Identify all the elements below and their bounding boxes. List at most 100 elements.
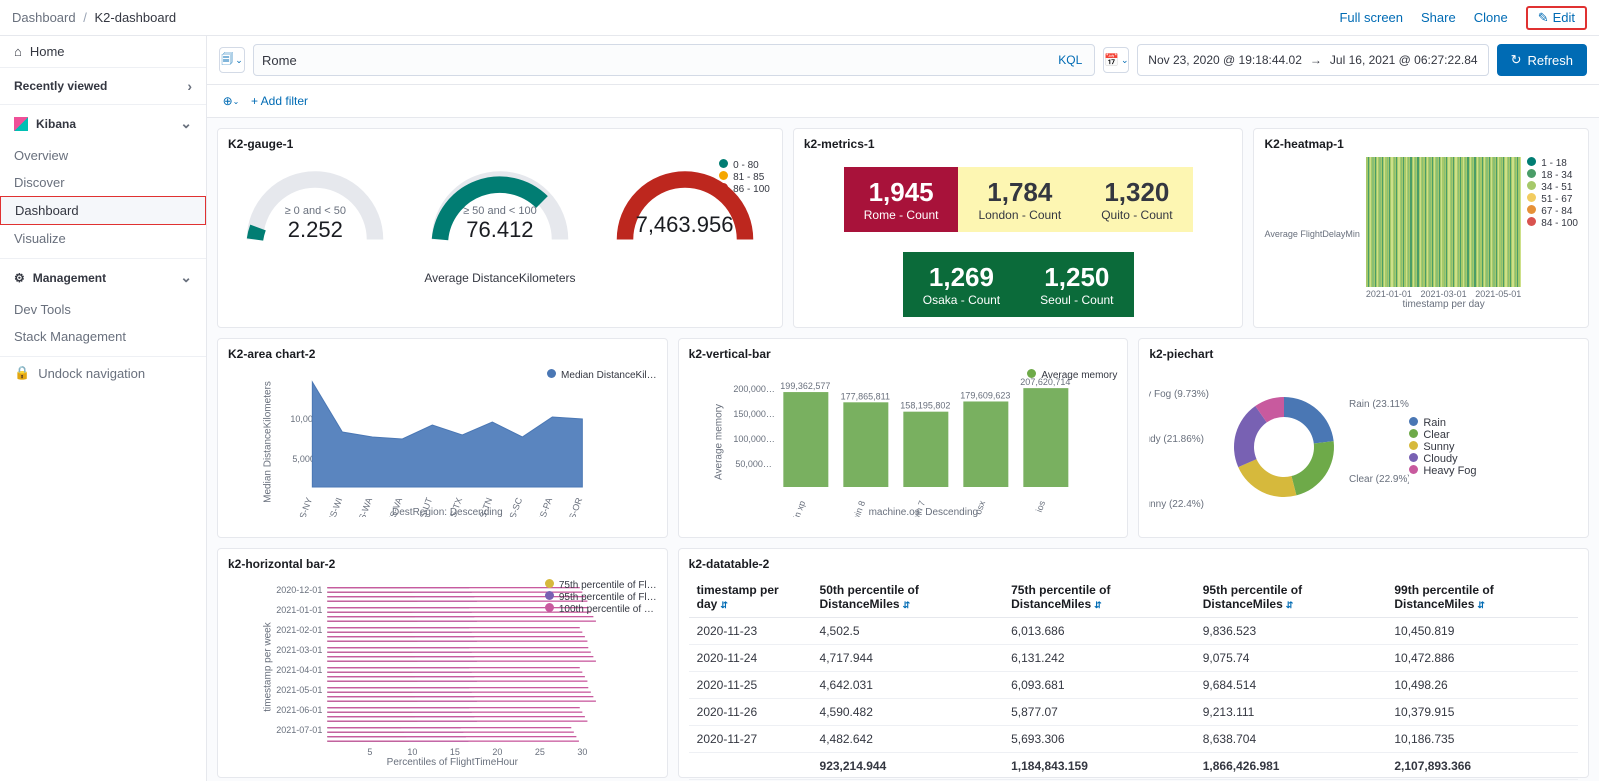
heatmap-xlabel: timestamp per day (1402, 299, 1484, 310)
refresh-button[interactable]: ↻ Refresh (1497, 44, 1587, 76)
sidebar-item-discover[interactable]: Discover (0, 169, 206, 196)
svg-text:5: 5 (367, 747, 372, 757)
svg-text:2021-06-01: 2021-06-01 (276, 705, 322, 715)
column-header[interactable]: timestamp per day⇵ (689, 577, 812, 618)
pie-svg: Rain (23.11%) Clear (22.9%) Sunny (22.4%… (1149, 367, 1409, 527)
sidebar-kibana[interactable]: Kibana ⌄ (0, 105, 206, 142)
sidebar-item-stackmgmt[interactable]: Stack Management (0, 323, 206, 350)
legend-item: 1 - 18 (1527, 157, 1578, 169)
edit-button[interactable]: ✎ Edit (1526, 6, 1587, 30)
panel-vertical-bar: k2-vertical-bar Average memory Average m… (678, 338, 1129, 538)
svg-text:150,000…: 150,000… (733, 409, 775, 419)
sidebar-management-label: Management (33, 271, 106, 285)
sidebar-item-overview[interactable]: Overview (0, 142, 206, 169)
panel-title: k2-horizontal bar-2 (228, 557, 657, 571)
heatmap-xtick: 2021-01-01 (1366, 289, 1412, 299)
svg-text:timestamp per week: timestamp per week (262, 621, 273, 711)
panel-horizontal-bar: k2-horizontal bar-2 75th percentile of F… (217, 548, 668, 778)
refresh-icon: ↻ (1511, 52, 1522, 68)
arrow-right-icon: → (1310, 53, 1322, 67)
column-header[interactable]: 99th percentile of DistanceMiles⇵ (1386, 577, 1578, 618)
column-header[interactable]: 95th percentile of DistanceMiles⇵ (1195, 577, 1387, 618)
column-header[interactable]: 50th percentile of DistanceMiles⇵ (812, 577, 1004, 618)
sidebar-undock-label: Undock navigation (38, 366, 145, 381)
svg-text:2021-02-01: 2021-02-01 (276, 625, 322, 635)
breadcrumb-root[interactable]: Dashboard (12, 10, 76, 25)
svg-text:20: 20 (492, 747, 502, 757)
legend-item: Median DistanceKil… (547, 369, 657, 381)
legend-item: Clear (1409, 429, 1476, 441)
svg-text:158,195,802: 158,195,802 (900, 401, 950, 411)
metric-osaka: 1,269Osaka - Count (903, 252, 1020, 317)
svg-text:Clear (22.9%): Clear (22.9%) (1349, 474, 1409, 485)
date-from: Nov 23, 2020 @ 19:18:44.02 (1148, 53, 1302, 67)
panel-title: k2-metrics-1 (804, 137, 1233, 151)
table-row: 2020-11-244,717.9446,131.2429,075.7410,4… (689, 645, 1578, 672)
legend-item: Rain (1409, 417, 1476, 429)
sidebar-recently-viewed[interactable]: Recently viewed › (0, 67, 206, 105)
breadcrumb: Dashboard / K2-dashboard (12, 10, 176, 25)
sidebar-item-visualize[interactable]: Visualize (0, 225, 206, 252)
legend-item: 84 - 100 (1527, 217, 1578, 229)
filter-row: ⊕⌄ + Add filter (207, 85, 1599, 118)
sidebar-undock[interactable]: 🔒 Undock navigation (0, 356, 206, 389)
svg-text:Rain (23.11%): Rain (23.11%) (1349, 399, 1409, 410)
svg-text:Percentiles of FlightTimeHour: Percentiles of FlightTimeHour (387, 757, 519, 767)
svg-text:Sunny (22.4%): Sunny (22.4%) (1149, 499, 1204, 510)
svg-text:100,000…: 100,000… (733, 434, 775, 444)
sidebar-item-devtools[interactable]: Dev Tools (0, 296, 206, 323)
table-row: 2020-11-254,642.0316,093.6819,684.51410,… (689, 672, 1578, 699)
metric-london: 1,784London - Count (958, 167, 1081, 232)
svg-text:30: 30 (577, 747, 587, 757)
vbar-svg: Average memory 200,000… 150,000… 100,000… (689, 367, 1118, 517)
sidebar-management[interactable]: ⚙ Management ⌄ (0, 258, 206, 296)
svg-text:179,609,623: 179,609,623 (960, 390, 1010, 400)
clone-link[interactable]: Clone (1474, 10, 1508, 25)
breadcrumb-sep: / (83, 10, 87, 25)
sidebar-recently-label: Recently viewed (14, 79, 107, 93)
share-link[interactable]: Share (1421, 10, 1456, 25)
heatmap-body (1366, 157, 1520, 287)
date-range-picker[interactable]: Nov 23, 2020 @ 19:18:44.02 → Jul 16, 202… (1137, 44, 1488, 76)
metric-seoul: 1,250Seoul - Count (1020, 252, 1133, 317)
svg-text:win 8: win 8 (850, 499, 867, 517)
svg-text:Heavy Fog (9.73%): Heavy Fog (9.73%) (1149, 389, 1209, 400)
sidebar-home[interactable]: ⌂ Home (0, 36, 206, 67)
table-row: 2020-11-274,482.6425,693.3068,638.70410,… (689, 726, 1578, 753)
sidebar-item-dashboard[interactable]: Dashboard (0, 196, 206, 225)
breadcrumb-current: K2-dashboard (94, 10, 176, 25)
panel-title: k2-datatable-2 (689, 557, 1578, 571)
query-bar: 🗐⌄ KQL 📅⌄ Nov 23, 2020 @ 19:18:44.02 → J… (207, 36, 1599, 85)
legend-item: 18 - 34 (1527, 169, 1578, 181)
kql-toggle[interactable]: KQL (1054, 53, 1086, 67)
heatmap-ylabel: Average FlightDelayMin (1264, 229, 1359, 239)
full-screen-link[interactable]: Full screen (1339, 10, 1403, 25)
svg-text:US-PA: US-PA (536, 496, 555, 517)
legend-item: Heavy Fog (1409, 465, 1476, 477)
legend-item: Sunny (1409, 441, 1476, 453)
svg-text:5,000: 5,000 (292, 454, 315, 464)
svg-text:US-WI: US-WI (326, 496, 344, 517)
column-header[interactable]: 75th percentile of DistanceMiles⇵ (1003, 577, 1195, 618)
chevron-down-icon: ⌄ (180, 269, 192, 286)
legend-item: 75th percentile of Fl… (545, 579, 657, 591)
panel-datatable: k2-datatable-2 timestamp per day⇵50th pe… (678, 548, 1589, 778)
saved-query-button[interactable]: 🗐⌄ (219, 47, 245, 73)
search-input[interactable] (262, 53, 1048, 68)
heatmap-xtick: 2021-05-01 (1475, 289, 1521, 299)
pencil-icon: ✎ (1538, 10, 1549, 26)
svg-text:25: 25 (535, 747, 545, 757)
calendar-button[interactable]: 📅⌄ (1103, 47, 1129, 73)
panel-title: K2-gauge-1 (228, 137, 772, 151)
chevron-right-icon: › (187, 78, 192, 94)
panel-metrics-1: k2-metrics-1 1,945Rome - Count 1,784Lond… (793, 128, 1244, 328)
gauge-3: 7,463.956 (610, 157, 760, 267)
table-row: 2020-11-234,502.56,013.6869,836.52310,45… (689, 618, 1578, 645)
filter-settings-icon[interactable]: ⊕⌄ (221, 91, 241, 111)
add-filter-link[interactable]: + Add filter (251, 94, 308, 108)
svg-text:US-SC: US-SC (505, 496, 524, 517)
svg-text:ios: ios (1034, 499, 1048, 514)
svg-text:15: 15 (450, 747, 460, 757)
heatmap-xtick: 2021-03-01 (1421, 289, 1467, 299)
svg-text:177,865,811: 177,865,811 (840, 391, 889, 401)
